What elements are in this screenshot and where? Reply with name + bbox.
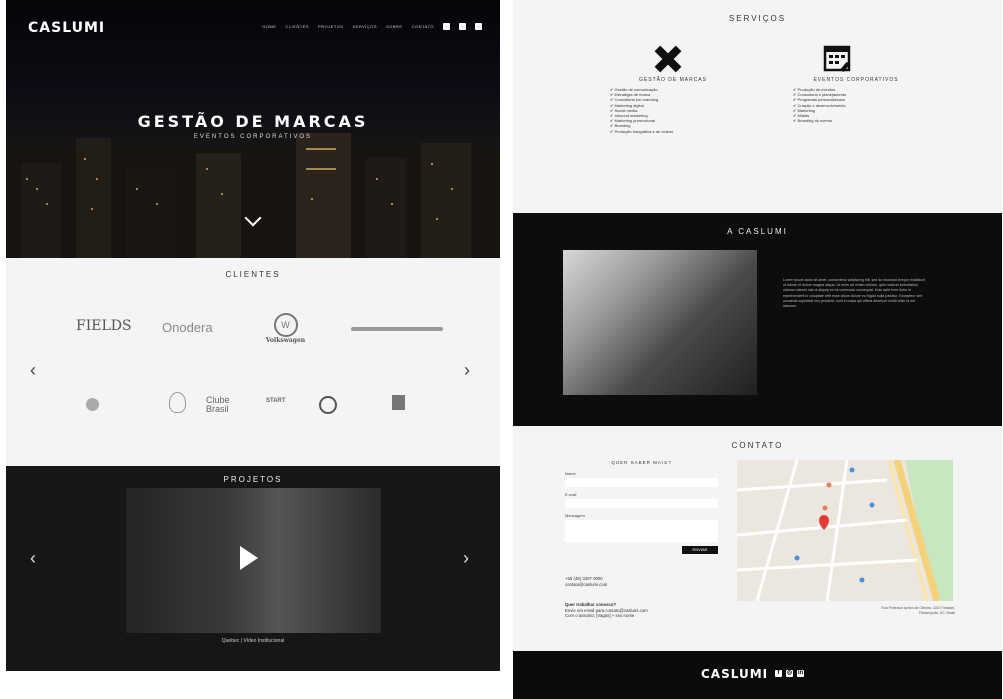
team-photo bbox=[563, 250, 757, 395]
email-field[interactable] bbox=[565, 499, 718, 508]
calendar-icon bbox=[823, 45, 851, 72]
linkedin-icon[interactable]: in bbox=[797, 670, 804, 677]
email-label: E-mail bbox=[565, 492, 577, 497]
work-text-2: Com o assunto: [Vagas] + seu nome bbox=[565, 613, 635, 618]
volkswagen-emblem-icon: W bbox=[273, 313, 298, 337]
services-column-brands: GESTÃO DE MARCAS Gestão de comunicação E… bbox=[598, 77, 748, 134]
right-page: SERVIÇOS GESTÃO DE MARCAS Gestão de comu… bbox=[513, 0, 1002, 699]
nav-home[interactable]: HOME bbox=[262, 24, 276, 29]
client-logo-volkswagen: W Volkswagen bbox=[263, 313, 308, 344]
service-item: Branding do evento bbox=[793, 118, 931, 123]
nav-servicos[interactable]: SERVIÇOS bbox=[352, 24, 377, 29]
clients-section: CLIENTES ‹ › FIELDS Onodera W Volkswagen… bbox=[6, 258, 500, 466]
name-label: Nome bbox=[565, 471, 576, 476]
client-logo-transport bbox=[351, 324, 443, 334]
footer-social: f ◎ in bbox=[775, 670, 804, 677]
contact-form: QUER SABER MAIS? Nome E-mail Mensagem EN… bbox=[565, 460, 718, 554]
client-logo-institute bbox=[66, 398, 118, 412]
client-logo-building bbox=[358, 395, 438, 411]
name-field[interactable] bbox=[565, 478, 718, 487]
about-section: A CASLUMI Lorem ipsum dolor sit amet, co… bbox=[513, 213, 1002, 426]
logo[interactable]: CASLUMI bbox=[28, 20, 105, 36]
phone-text: +55 (48) 3307 0000 bbox=[565, 576, 603, 581]
work-with-us: Quer trabalhar conosco? Envie um email p… bbox=[565, 602, 648, 619]
nav-clientes[interactable]: CLIENTES bbox=[285, 24, 309, 29]
nav-projetos[interactable]: PROJETOS bbox=[318, 24, 344, 29]
clients-title: CLIENTES bbox=[225, 270, 281, 279]
map-canvas bbox=[737, 460, 953, 601]
contact-title: CONTATO bbox=[731, 441, 784, 450]
footer-logo[interactable]: CASLUMI bbox=[701, 667, 768, 681]
address-text: Rua Professor Ayrton de Oliveira, 1100 T… bbox=[881, 606, 955, 615]
play-icon[interactable] bbox=[240, 546, 258, 570]
project-video[interactable] bbox=[126, 488, 381, 633]
projects-prev-button[interactable]: ‹ bbox=[30, 548, 36, 569]
location-map[interactable] bbox=[737, 460, 953, 601]
facebook-icon[interactable]: f bbox=[443, 23, 450, 30]
service-item: Produção fotográfica e de vídeos bbox=[610, 129, 748, 134]
projects-next-button[interactable]: › bbox=[463, 548, 469, 569]
hero-subtitle: EVENTOS CORPORATIVOS bbox=[193, 134, 313, 140]
play-circle-icon bbox=[319, 396, 337, 414]
services-heading-events: EVENTOS CORPORATIVOS bbox=[813, 77, 899, 83]
video-caption: Quebec | Vídeo Institucional bbox=[221, 638, 285, 644]
clients-next-button[interactable]: › bbox=[464, 360, 470, 381]
contact-section: CONTATO QUER SABER MAIS? Nome E-mail Men… bbox=[513, 426, 1002, 651]
client-logo-real-madrid bbox=[166, 392, 188, 417]
projects-section: PROJETOS ‹ › Quebec | Vídeo Instituciona… bbox=[6, 466, 500, 671]
contact-info: +55 (48) 3307 0000 contato@caslumi.com bbox=[565, 576, 607, 587]
client-logo-start: START bbox=[266, 398, 286, 404]
facebook-icon[interactable]: f bbox=[775, 670, 782, 677]
pencil-ruler-icon bbox=[654, 45, 682, 73]
message-label: Mensagem bbox=[565, 513, 585, 518]
form-title: QUER SABER MAIS? bbox=[611, 460, 672, 465]
about-text: Lorem ipsum dolor sit amet, consectetur … bbox=[783, 278, 926, 309]
linkedin-icon[interactable]: in bbox=[475, 23, 482, 30]
clients-prev-button[interactable]: ‹ bbox=[30, 360, 36, 381]
services-heading-brands: GESTÃO DE MARCAS bbox=[639, 77, 707, 83]
hero-title: GESTÃO DE MARCAS bbox=[137, 112, 369, 131]
projects-title: PROJETOS bbox=[223, 475, 283, 484]
nav-contato[interactable]: CONTATO bbox=[412, 24, 434, 29]
hero-section: CASLUMI HOME CLIENTES PROJETOS SERVIÇOS … bbox=[6, 0, 500, 258]
message-field[interactable] bbox=[565, 520, 718, 542]
instagram-icon[interactable]: ◎ bbox=[459, 23, 466, 30]
instagram-icon[interactable]: ◎ bbox=[786, 670, 793, 677]
main-nav: HOME CLIENTES PROJETOS SERVIÇOS SOBRE CO… bbox=[262, 23, 482, 30]
send-button[interactable]: ENVIAR bbox=[682, 546, 718, 554]
services-title: SERVIÇOS bbox=[728, 14, 787, 23]
left-page: CASLUMI HOME CLIENTES PROJETOS SERVIÇOS … bbox=[6, 0, 500, 689]
services-column-events: EVENTOS CORPORATIVOS Produção de eventos… bbox=[781, 77, 931, 123]
client-logo-onodera: Onodera bbox=[162, 320, 213, 335]
nav-sobre[interactable]: SOBRE bbox=[386, 24, 403, 29]
client-logo-clube-brasil: Clube Brasil bbox=[206, 395, 230, 414]
client-logo-fields: FIELDS bbox=[76, 318, 132, 334]
services-section: SERVIÇOS GESTÃO DE MARCAS Gestão de comu… bbox=[513, 0, 1002, 213]
about-title: A CASLUMI bbox=[727, 227, 788, 236]
email-text[interactable]: contato@caslumi.com bbox=[565, 582, 607, 588]
footer: CASLUMI f ◎ in bbox=[513, 651, 1002, 699]
